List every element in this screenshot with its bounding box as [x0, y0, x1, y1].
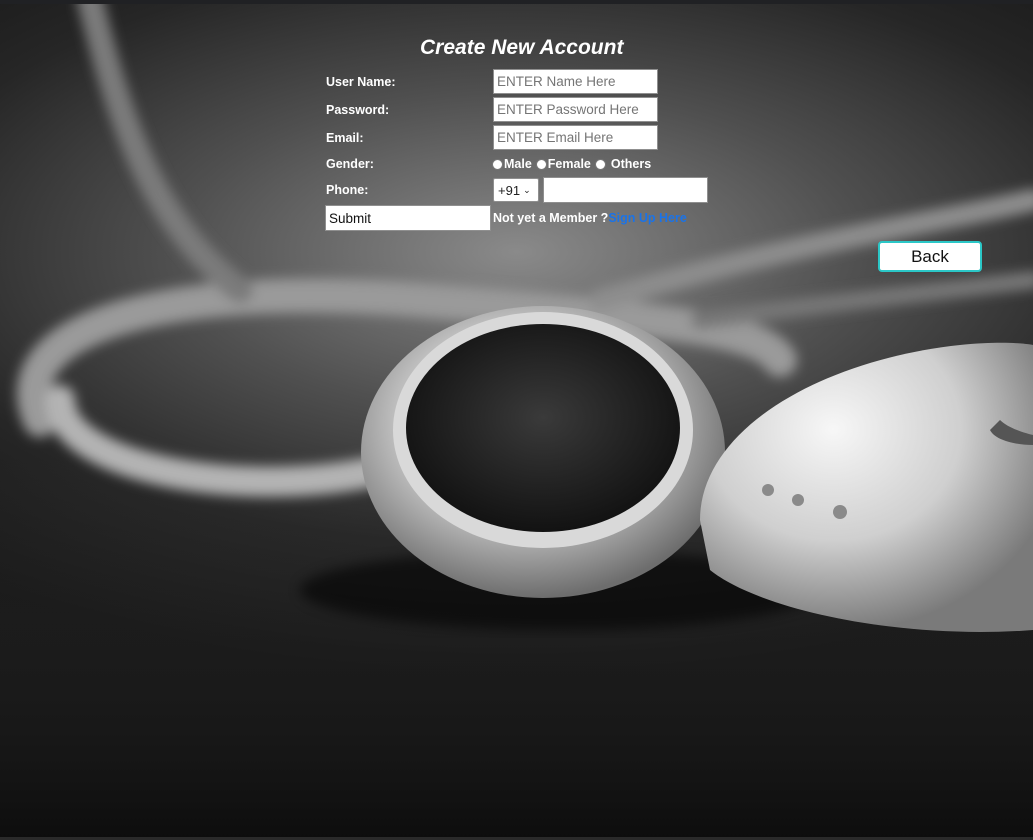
member-text: Not yet a Member ?: [493, 211, 609, 225]
phone-label: Phone:: [326, 183, 369, 197]
signup-prompt: Not yet a Member ?Sign Up Here: [493, 211, 687, 225]
submit-button[interactable]: Submit: [325, 205, 491, 231]
gender-radio-group: Male Female Others: [492, 157, 651, 171]
page-title: Create New Account: [420, 36, 624, 59]
gender-female-label: Female: [547, 157, 591, 171]
chevron-down-icon: ⌄: [523, 184, 531, 195]
username-label: User Name:: [326, 75, 396, 89]
gender-male-radio[interactable]: [492, 158, 503, 170]
country-code-value: +91: [498, 182, 521, 198]
top-border: [0, 0, 1033, 4]
signup-link[interactable]: Sign Up Here: [608, 211, 687, 225]
phone-input[interactable]: [543, 177, 708, 203]
email-label: Email:: [326, 131, 364, 145]
email-input[interactable]: [493, 125, 658, 150]
username-input[interactable]: [493, 69, 658, 94]
password-input[interactable]: [493, 97, 658, 122]
back-button[interactable]: Back: [878, 241, 982, 272]
password-label: Password:: [326, 103, 390, 117]
gender-others-label: Others: [610, 157, 652, 171]
gender-label: Gender:: [326, 157, 374, 171]
gender-female-radio[interactable]: [535, 158, 547, 170]
country-code-select[interactable]: +91 ⌄: [493, 178, 539, 202]
gender-male-label: Male: [504, 157, 532, 171]
gender-others-radio[interactable]: [594, 158, 606, 170]
